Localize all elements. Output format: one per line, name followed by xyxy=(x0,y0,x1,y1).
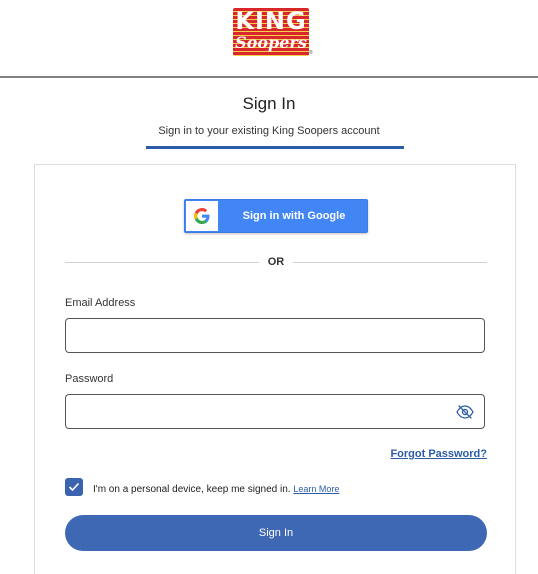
forgot-password-link[interactable]: Forgot Password? xyxy=(375,447,487,461)
header-divider xyxy=(0,76,538,78)
google-button-label: Sign in with Google xyxy=(242,210,346,222)
email-label: Email Address xyxy=(65,297,136,309)
logo-text-king: KING xyxy=(235,7,307,35)
registered-mark: ® xyxy=(309,50,313,56)
page-title: Sign In xyxy=(242,94,296,113)
keep-signed-in-checkbox[interactable] xyxy=(65,478,83,496)
sign-in-button[interactable]: Sign In xyxy=(65,515,487,551)
keep-signed-in-label: I'm on a personal device, keep me signed… xyxy=(93,484,291,495)
page-subtitle: Sign in to your existing King Soopers ac… xyxy=(158,125,380,137)
separator-line-left xyxy=(65,262,259,263)
google-icon-container xyxy=(186,201,218,231)
google-g-icon xyxy=(194,208,210,224)
king-soopers-logo[interactable]: KING Soopers ® xyxy=(233,7,313,58)
sign-in-card: Sign in with Google OR Email Address Pas… xyxy=(34,164,516,574)
keep-signed-in-text: I'm on a personal device, keep me signed… xyxy=(93,483,339,496)
password-label: Password xyxy=(65,373,114,385)
checkmark-icon xyxy=(68,482,80,492)
google-sign-in-button[interactable]: Sign in with Google xyxy=(184,199,368,233)
sign-in-page: KING Soopers ® Sign In Sign in to your e… xyxy=(0,0,538,574)
learn-more-link[interactable]: Learn More xyxy=(293,484,339,494)
or-separator-label: OR xyxy=(267,256,285,268)
password-input[interactable] xyxy=(65,394,485,429)
email-input[interactable] xyxy=(65,318,485,353)
logo-text-soopers: Soopers xyxy=(235,33,307,52)
title-underline xyxy=(146,146,404,149)
eye-slash-icon[interactable] xyxy=(455,404,475,420)
separator-line-right xyxy=(293,262,487,263)
